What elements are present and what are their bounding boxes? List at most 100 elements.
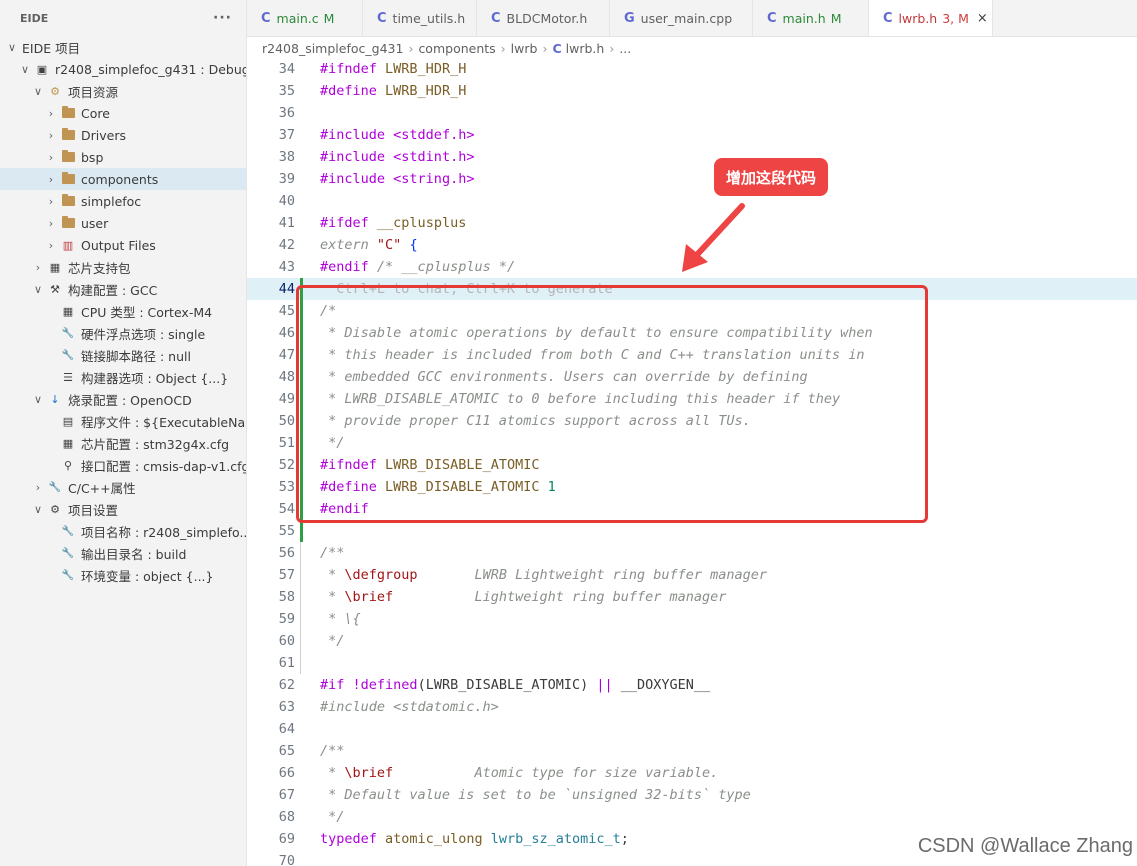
close-icon[interactable]: × — [977, 11, 988, 26]
editor-tabbar: Cmain.c M Ctime_utils.h C BLDCMotor.h Guser_m… — [247, 0, 1137, 37]
tree-item[interactable]: ∨ ⚙ 项目资源 — [0, 80, 246, 102]
tab-time-utils-h[interactable]: Ctime_utils.h — [363, 0, 477, 36]
tree-item[interactable]: ▤ 程序文件 : ${ExecutableNa... — [0, 410, 247, 432]
tree-item[interactable]: ∨ ⚙ 项目设置 — [0, 498, 246, 520]
tree-item[interactable]: › ▦ 芯片支持包 — [0, 256, 246, 278]
code-line[interactable]: 61 — [247, 652, 1137, 674]
chevron-right-icon[interactable]: › — [32, 261, 44, 274]
chevron-right-icon[interactable]: › — [45, 107, 57, 120]
code-line[interactable]: 65 /** — [247, 740, 1137, 762]
tree-item[interactable]: ▦ CPU 类型 : Cortex-M4 — [0, 300, 246, 322]
code-token: */ — [320, 633, 345, 649]
wrench-icon: 🔧 — [48, 481, 62, 493]
code-line[interactable]: 38 #include <stdint.h> — [247, 146, 1137, 168]
chevron-down-icon[interactable]: ∨ — [32, 393, 44, 406]
tree-item[interactable]: ∨ ⚒ 构建配置 : GCC — [0, 278, 246, 300]
chevron-down-icon[interactable]: ∨ — [32, 283, 44, 296]
chevron-right-icon[interactable]: › — [45, 173, 57, 186]
tab-main-c[interactable]: Cmain.c M — [247, 0, 363, 36]
chevron-down-icon[interactable]: ∨ — [32, 503, 44, 516]
tree-item[interactable]: › ▥ Output Files — [0, 234, 246, 256]
c-file-icon: C — [552, 40, 562, 56]
chip-icon: ▦ — [49, 260, 61, 274]
code-line[interactable]: 68 */ — [247, 806, 1137, 828]
code-line[interactable]: 67 * Default value is set to be `unsigne… — [247, 784, 1137, 806]
chevron-right-icon[interactable]: › — [45, 129, 57, 142]
code-line[interactable]: 37 #include <stddef.h> — [247, 124, 1137, 146]
breadcrumb-components[interactable]: components — [418, 41, 495, 56]
tree-item[interactable]: 🔧 项目名称 : r2408_simplefo... — [0, 520, 246, 542]
code-token: /* __cplusplus */ — [376, 259, 516, 275]
tab-main-h[interactable]: Cmain.h M — [753, 0, 869, 36]
tree-item[interactable]: › 🔧 C/C++属性 — [0, 476, 246, 498]
chevron-down-icon[interactable]: ∨ — [19, 63, 31, 76]
code-token: * — [320, 589, 345, 605]
tree-item[interactable]: 🔧 硬件浮点选项 : single — [0, 322, 246, 344]
code-token: #include <stdatomic.h> — [320, 699, 499, 715]
tree-item[interactable]: ∨ EIDE 项目 — [0, 36, 246, 58]
tree-item[interactable]: 🔧 环境变量 : object {...} — [0, 564, 246, 586]
resources-icon: ⚙ — [50, 84, 60, 98]
tree-item[interactable]: › user — [0, 212, 246, 234]
tree-item[interactable]: 🔧 链接脚本路径 : null — [0, 344, 246, 366]
code-line[interactable]: 36 — [247, 102, 1137, 124]
tree-item[interactable]: ⚲ 接口配置 : cmsis-dap-v1.cfg — [0, 454, 246, 476]
code-token: #include — [320, 127, 386, 143]
tree-item[interactable]: › bsp — [0, 146, 246, 168]
annotation-arrow — [682, 203, 745, 272]
code-line[interactable]: 39 #include <string.h> — [247, 168, 1137, 190]
breadcrumb-file[interactable]: lwrb.h — [566, 41, 605, 56]
line-number: 55 — [278, 523, 295, 539]
chevron-down-icon[interactable]: ∨ — [32, 85, 44, 98]
gear-icon: ⚙ — [50, 502, 60, 516]
code-line[interactable]: 34 #ifndef LWRB_HDR_H — [247, 58, 1137, 80]
tab-user-main-cpp[interactable]: Guser_main.cpp — [610, 0, 753, 36]
code-line[interactable]: 56 /** — [247, 542, 1137, 564]
tab-lwrb-h[interactable]: Clwrb.h 3, M × — [869, 0, 993, 36]
tree-item[interactable]: › Drivers — [0, 124, 246, 146]
breadcrumb-symbol[interactable]: ... — [619, 41, 631, 56]
tree-item[interactable]: › simplefoc — [0, 190, 246, 212]
code-line[interactable]: 66 * \brief Atomic type for size variabl… — [247, 762, 1137, 784]
tree-item-label: EIDE 项目 — [22, 40, 81, 56]
chevron-right-icon[interactable]: › — [45, 151, 57, 164]
tree-item[interactable]: 🔧 输出目录名 : build — [0, 542, 246, 564]
code-line[interactable]: 57 * \defgroup LWRB Lightweight ring buf… — [247, 564, 1137, 586]
more-actions-icon[interactable]: ··· — [213, 10, 232, 26]
line-number: 39 — [278, 171, 295, 187]
tab-BLDCMotor-h[interactable]: C BLDCMotor.h — [477, 0, 610, 36]
tree-item[interactable]: ∨ ▣ r2408_simplefoc_g431 : Debug — [0, 58, 246, 80]
tree-item[interactable]: › Core — [0, 102, 246, 124]
breadcrumb-lwrb[interactable]: lwrb — [511, 41, 538, 56]
code-token: #ifndef — [320, 61, 377, 77]
line-number: 62 — [278, 677, 295, 693]
chevron-right-icon[interactable]: › — [45, 217, 57, 230]
code-line[interactable]: 60 */ — [247, 630, 1137, 652]
chevron-right-icon[interactable]: › — [32, 481, 44, 494]
code-line[interactable]: 64 — [247, 718, 1137, 740]
tree-item[interactable]: ›components↻ — [0, 168, 246, 190]
code-token: ; — [620, 831, 629, 847]
code-line[interactable]: 63 #include <stdatomic.h> — [247, 696, 1137, 718]
breadcrumb: r2408_simplefoc_g431 › components › lwrb… — [262, 38, 631, 58]
tree-item[interactable]: ∨ ↓ 烧录配置 : OpenOCD — [0, 388, 246, 410]
code-line[interactable]: 35 #define LWRB_HDR_H — [247, 80, 1137, 102]
code-token: !defined — [352, 677, 418, 693]
code-line[interactable]: 58 * \brief Lightweight ring buffer mana… — [247, 586, 1137, 608]
breadcrumb-project[interactable]: r2408_simplefoc_g431 — [262, 41, 403, 56]
line-number: 36 — [278, 105, 295, 121]
chevron-down-icon[interactable]: ∨ — [6, 41, 18, 54]
code-line[interactable]: 55 — [247, 520, 1137, 542]
chevron-right-icon[interactable]: › — [45, 195, 57, 208]
tree-item-label: bsp — [81, 149, 104, 165]
code-line[interactable]: 59 * \{ — [247, 608, 1137, 630]
tree-item[interactable]: ☰ 构建器选项 : Object {...} — [0, 366, 246, 388]
c-file-icon: C — [377, 10, 387, 26]
chevron-right-icon[interactable]: › — [45, 239, 57, 252]
folder-icon — [61, 216, 75, 230]
tree-item[interactable]: ▦ 芯片配置 : stm32g4x.cfg — [0, 432, 246, 454]
options-icon: ☰ — [63, 370, 73, 384]
tree-item-label: 程序文件 : ${ExecutableNa... — [81, 414, 247, 430]
code-line[interactable]: 62 #if !defined(LWRB_DISABLE_ATOMIC) || _… — [247, 674, 1137, 696]
